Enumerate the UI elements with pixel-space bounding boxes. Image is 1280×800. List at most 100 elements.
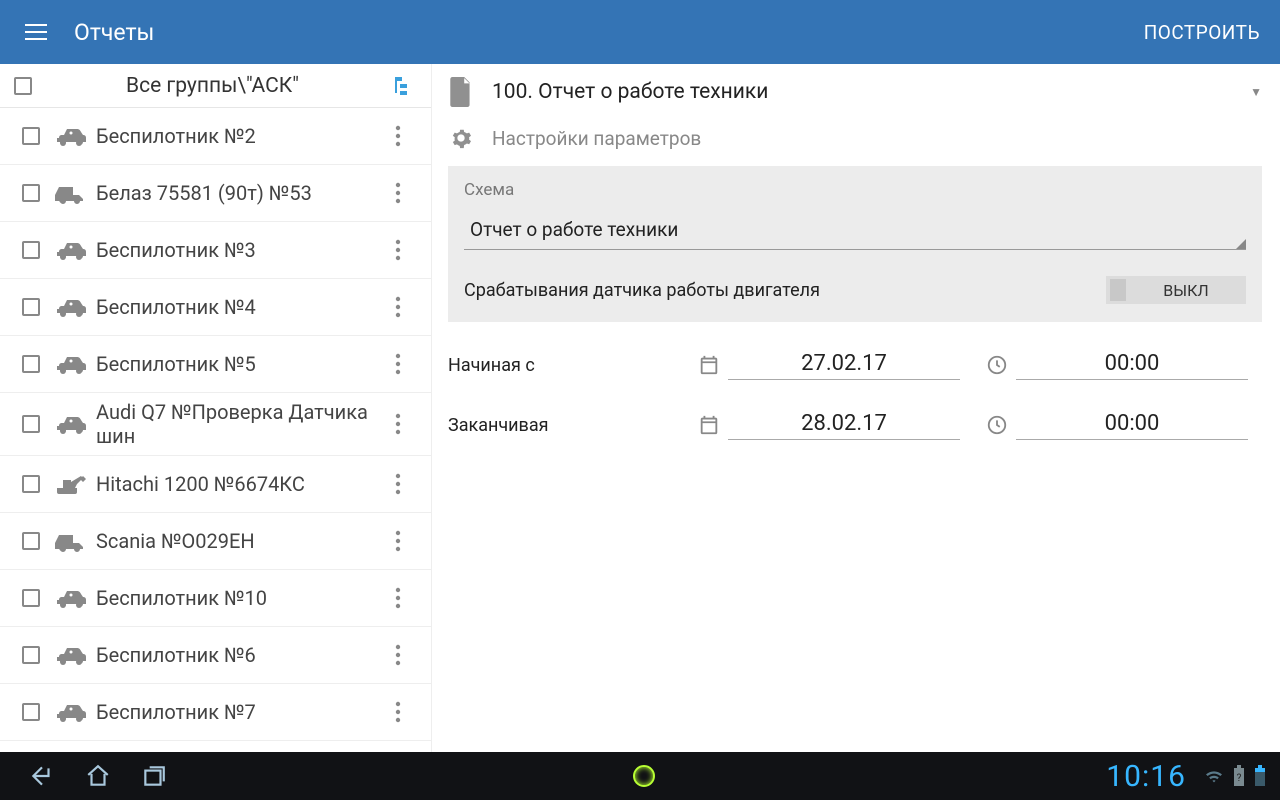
gear-icon — [450, 127, 472, 149]
vehicle-row[interactable]: Беспилотник №2 — [0, 108, 431, 165]
vehicle-sidebar: Все группы\"АСК" Беспилотник №2 Белаз 755… — [0, 64, 432, 752]
vehicle-checkbox[interactable] — [22, 646, 40, 664]
vehicle-more-button[interactable] — [395, 530, 419, 552]
vehicle-checkbox[interactable] — [22, 184, 40, 202]
build-report-button[interactable]: ПОСТРОИТЬ — [1144, 21, 1260, 44]
dump-truck-icon — [52, 525, 90, 557]
recent-apps-icon — [141, 763, 167, 789]
excavator-icon — [52, 468, 90, 500]
vehicle-list[interactable]: Беспилотник №2 Белаз 75581 (90т) №53 Беспи… — [0, 108, 431, 752]
back-icon — [29, 763, 55, 789]
vehicle-row[interactable]: Белаз 75581 (90т) №53 — [0, 165, 431, 222]
vehicle-more-button[interactable] — [395, 701, 419, 723]
car-icon — [52, 234, 90, 266]
vehicle-checkbox[interactable] — [22, 703, 40, 721]
voice-search-icon[interactable] — [633, 765, 655, 787]
from-time-input[interactable]: 00:00 — [1016, 351, 1248, 380]
parameters-panel: Схема Отчет о работе техники Срабатывани… — [448, 166, 1262, 322]
parameters-label: Настройки параметров — [492, 127, 701, 150]
to-date-input[interactable]: 28.02.17 — [728, 411, 960, 440]
nav-recent-button[interactable] — [126, 752, 182, 800]
vehicle-checkbox[interactable] — [22, 298, 40, 316]
to-time-input[interactable]: 00:00 — [1016, 411, 1248, 440]
home-icon — [85, 763, 111, 789]
vehicle-label: Беспилотник №5 — [96, 352, 395, 376]
vehicle-label: Беспилотник №2 — [96, 124, 395, 148]
vehicle-checkbox[interactable] — [22, 532, 40, 550]
wifi-icon — [1204, 768, 1224, 784]
car-icon — [52, 639, 90, 671]
vehicle-row[interactable]: Беспилотник №6 — [0, 627, 431, 684]
from-date-input[interactable]: 27.02.17 — [728, 351, 960, 380]
vehicle-row[interactable]: Audi Q7 №Проверка Датчика шин — [0, 393, 431, 456]
vehicle-row[interactable]: Беспилотник №3 — [0, 222, 431, 279]
group-header: Все группы\"АСК" — [0, 64, 431, 108]
dropdown-caret-icon: ▼ — [1250, 85, 1262, 99]
from-label: Начиная с — [448, 355, 698, 376]
vehicle-more-button[interactable] — [395, 182, 419, 204]
car-icon — [52, 120, 90, 152]
vehicle-more-button[interactable] — [395, 473, 419, 495]
sensor-param-label: Срабатывания датчика работы двигателя — [464, 280, 1106, 301]
battery-level-icon — [1254, 765, 1266, 787]
menu-button[interactable] — [16, 12, 56, 52]
vehicle-row[interactable]: Беспилотник №10 — [0, 570, 431, 627]
scheme-label: Схема — [464, 180, 1246, 200]
parameters-header: Настройки параметров — [448, 118, 1262, 158]
vehicle-row[interactable]: Беспилотник №5 — [0, 336, 431, 393]
vehicle-label: Hitachi 1200 №6674КС — [96, 472, 395, 496]
vehicle-more-button[interactable] — [395, 587, 419, 609]
vehicle-label: Audi Q7 №Проверка Датчика шин — [96, 400, 395, 448]
vehicle-more-button[interactable] — [395, 413, 419, 435]
hamburger-icon — [25, 24, 47, 40]
car-icon — [52, 582, 90, 614]
clock-icon — [986, 354, 1008, 376]
vehicle-checkbox[interactable] — [22, 241, 40, 259]
vehicle-checkbox[interactable] — [22, 127, 40, 145]
vehicle-label: Беспилотник №10 — [96, 586, 395, 610]
car-icon — [52, 348, 90, 380]
nav-home-button[interactable] — [70, 752, 126, 800]
vehicle-checkbox[interactable] — [22, 355, 40, 373]
calendar-icon — [698, 414, 720, 436]
select-handle-icon — [1236, 239, 1246, 249]
calendar-icon — [698, 354, 720, 376]
vehicle-more-button[interactable] — [395, 239, 419, 261]
app-bar: Отчеты ПОСТРОИТЬ — [0, 0, 1280, 64]
vehicle-row[interactable]: Scania №О029ЕН — [0, 513, 431, 570]
car-icon — [52, 408, 90, 440]
vehicle-checkbox[interactable] — [22, 415, 40, 433]
to-label: Заканчивая — [448, 415, 698, 436]
tree-toggle-button[interactable] — [393, 75, 417, 97]
vehicle-more-button[interactable] — [395, 644, 419, 666]
date-to-row: Заканчивая 28.02.17 00:00 — [448, 400, 1262, 450]
vehicle-label: Беспилотник №6 — [96, 643, 395, 667]
vehicle-row[interactable]: Беспилотник №4 — [0, 279, 431, 336]
group-breadcrumb[interactable]: Все группы\"АСК" — [52, 74, 393, 98]
system-navbar: 10:16 ? — [0, 752, 1280, 800]
report-panel: 100. Отчет о работе техники ▼ Настройки … — [432, 64, 1280, 752]
document-icon — [448, 77, 474, 107]
sensor-toggle-label: ВЫКЛ — [1163, 281, 1208, 300]
status-clock: 10:16 — [1106, 759, 1186, 794]
vehicle-row[interactable]: Hitachi 1200 №6674КС — [0, 456, 431, 513]
car-icon — [52, 696, 90, 728]
vehicle-more-button[interactable] — [395, 125, 419, 147]
vehicle-more-button[interactable] — [395, 353, 419, 375]
scheme-select[interactable]: Отчет о работе техники — [464, 210, 1246, 250]
vehicle-label: Беспилотник №3 — [96, 238, 395, 262]
scheme-value: Отчет о работе техники — [470, 218, 1240, 241]
battery-icon: ? — [1232, 765, 1246, 787]
vehicle-more-button[interactable] — [395, 296, 419, 318]
vehicle-row[interactable]: Беспилотник №7 — [0, 684, 431, 741]
vehicle-checkbox[interactable] — [22, 589, 40, 607]
nav-back-button[interactable] — [14, 752, 70, 800]
page-title: Отчеты — [74, 19, 154, 46]
select-all-checkbox[interactable] — [14, 77, 32, 95]
report-title: 100. Отчет о работе техники — [492, 80, 1250, 104]
sensor-toggle[interactable]: ВЫКЛ — [1106, 276, 1246, 304]
vehicle-checkbox[interactable] — [22, 475, 40, 493]
vehicle-label: Scania №О029ЕН — [96, 529, 395, 553]
status-tray[interactable]: 10:16 ? — [1106, 759, 1266, 794]
report-selector[interactable]: 100. Отчет о работе техники ▼ — [448, 68, 1262, 116]
